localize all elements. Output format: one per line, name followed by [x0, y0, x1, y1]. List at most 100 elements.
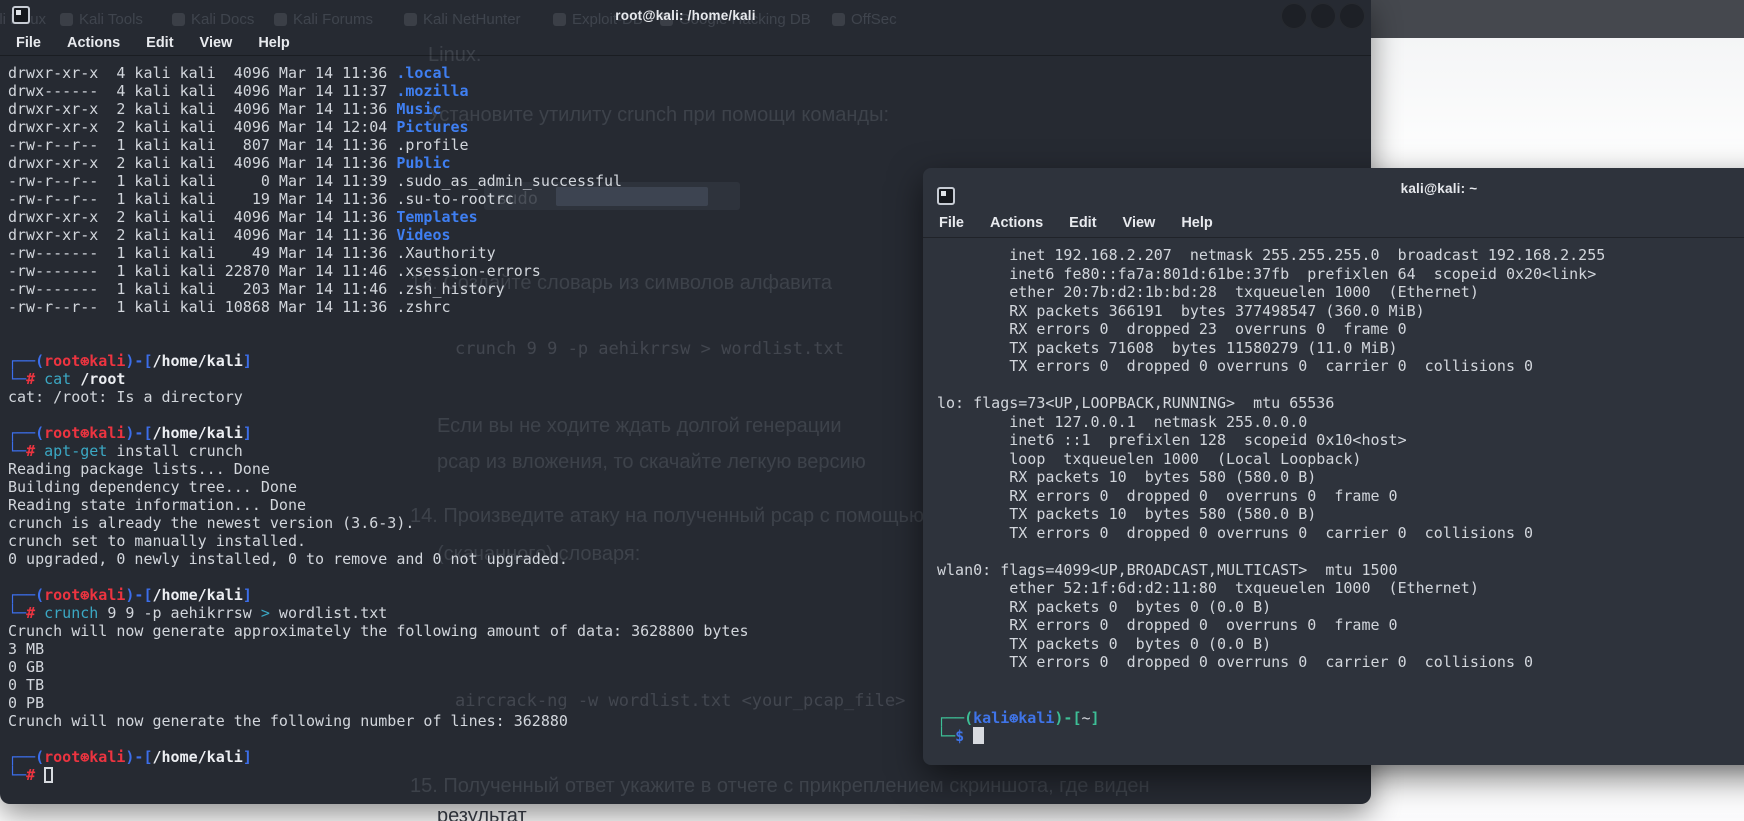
- terminal-text-segment: ┌──(: [8, 748, 44, 766]
- terminal-text-segment: apt-get: [44, 442, 107, 460]
- terminal-titlebar[interactable]: kali@kali: ~: [923, 168, 1744, 208]
- terminal-text-segment: Templates: [396, 208, 477, 226]
- terminal-text-segment: └─: [8, 370, 26, 388]
- terminal-text-segment: #: [26, 442, 35, 460]
- terminal-line: ┌──(kali⊛kali)-[~]: [937, 709, 1744, 728]
- terminal-text-segment: 0 PB: [8, 694, 44, 712]
- terminal-line: RX packets 10 bytes 580 (580.0 B): [937, 468, 1744, 487]
- terminal-line: -rw-r--r-- 1 kali kali 807 Mar 14 11:36 …: [8, 136, 1371, 154]
- terminal-line: wlan0: flags=4099<UP,BROADCAST,MULTICAST…: [937, 561, 1744, 580]
- menu-item-help[interactable]: Help: [1181, 215, 1212, 231]
- menu-item-file[interactable]: File: [16, 35, 41, 51]
- terminal-text-segment: /home/kali: [153, 352, 243, 370]
- terminal-text-segment: kali⊛kali: [973, 709, 1054, 727]
- cursor-block: [973, 727, 984, 744]
- terminal-text-segment: ether 52:1f:6d:d2:11:80 txqueuelen 1000 …: [937, 579, 1479, 597]
- terminal-line: lo: flags=73<UP,LOOPBACK,RUNNING> mtu 65…: [937, 394, 1744, 413]
- terminal-line: inet 192.168.2.207 netmask 255.255.255.0…: [937, 246, 1744, 265]
- terminal-menubar: File Actions Edit View Help: [923, 208, 1744, 238]
- terminal-titlebar[interactable]: root@kali: /home/kali: [0, 0, 1371, 30]
- terminal-text-segment: RX packets 366191 bytes 377498547 (360.0…: [937, 302, 1425, 320]
- terminal-text-segment: └─: [8, 766, 26, 784]
- terminal-line: TX packets 71608 bytes 11580279 (11.0 Mi…: [937, 339, 1744, 358]
- terminal-text-segment: Music: [396, 100, 441, 118]
- menu-item-edit[interactable]: Edit: [146, 35, 173, 51]
- terminal-line: TX errors 0 dropped 0 overruns 0 carrier…: [937, 357, 1744, 376]
- terminal-text-segment: Pictures: [396, 118, 468, 136]
- terminal-text-segment: /home/kali: [153, 586, 243, 604]
- terminal-text-segment: TX errors 0 dropped 0 overruns 0 carrier…: [937, 653, 1533, 671]
- terminal-text-segment: [964, 727, 973, 745]
- terminal-text-segment: drwxr-xr-x 2 kali kali 4096 Mar 14 11:36: [8, 100, 396, 118]
- terminal-text-segment: ┌──(: [937, 709, 973, 727]
- terminal-text-segment: crunch: [44, 604, 98, 622]
- terminal-text-segment: TX packets 0 bytes 0 (0.0 B): [937, 635, 1271, 653]
- terminal-text-segment: .mozilla: [396, 82, 468, 100]
- menu-item-actions[interactable]: Actions: [67, 35, 120, 51]
- terminal-text-segment: drwx------ 4 kali kali 4096 Mar 14 11:37: [8, 82, 396, 100]
- terminal-text-segment: drwxr-xr-x 4 kali kali 4096 Mar 14 11:36: [8, 64, 396, 82]
- terminal-line: └─$: [937, 727, 1744, 746]
- terminal-text-segment: )-[: [1054, 709, 1081, 727]
- terminal-text-segment: wlan0: flags=4099<UP,BROADCAST,MULTICAST…: [937, 561, 1398, 579]
- terminal-text-segment: Videos: [396, 226, 450, 244]
- terminal-content-kali[interactable]: inet 192.168.2.207 netmask 255.255.255.0…: [923, 238, 1744, 746]
- terminal-line: [937, 690, 1744, 709]
- terminal-text-segment: -rw------- 1 kali kali 22870 Mar 14 11:4…: [8, 262, 541, 280]
- terminal-text-segment: drwxr-xr-x 2 kali kali 4096 Mar 14 12:04: [8, 118, 396, 136]
- terminal-text-segment: crunch is already the newest version (3.…: [8, 514, 414, 532]
- menu-item-view[interactable]: View: [200, 35, 233, 51]
- terminal-text-segment: TX packets 10 bytes 580 (580.0 B): [937, 505, 1316, 523]
- terminal-text-segment: cat: /root: Is a directory: [8, 388, 243, 406]
- terminal-text-segment: Reading package lists... Done: [8, 460, 270, 478]
- desktop: { "colors": { "terminal_bg": "#262a32", …: [0, 0, 1744, 821]
- terminal-text-segment: └─: [8, 604, 26, 622]
- menu-item-edit[interactable]: Edit: [1069, 215, 1096, 231]
- terminal-line: TX errors 0 dropped 0 overruns 0 carrier…: [937, 653, 1744, 672]
- terminal-text-segment: [71, 370, 80, 388]
- terminal-text-segment: ┌──(: [8, 352, 44, 370]
- terminal-text-segment: TX packets 71608 bytes 11580279 (11.0 Mi…: [937, 339, 1398, 357]
- terminal-text-segment: [35, 442, 44, 460]
- terminal-text-segment: Crunch will now generate approximately t…: [8, 622, 749, 640]
- terminal-text-segment: RX errors 0 dropped 23 overruns 0 frame …: [937, 320, 1407, 338]
- terminal-line: TX packets 10 bytes 580 (580.0 B): [937, 505, 1744, 524]
- menu-item-file[interactable]: File: [939, 215, 964, 231]
- menu-item-view[interactable]: View: [1123, 215, 1156, 231]
- cursor-hollow: [44, 767, 53, 783]
- terminal-text-segment: RX packets 10 bytes 580 (580.0 B): [937, 468, 1316, 486]
- terminal-text-segment: ]: [243, 352, 252, 370]
- terminal-line: drwxr-xr-x 4 kali kali 4096 Mar 14 11:36…: [8, 64, 1371, 82]
- terminal-text-segment: /home/kali: [153, 424, 243, 442]
- terminal-text-segment: ether 20:7b:d2:1b:bd:28 txqueuelen 1000 …: [937, 283, 1479, 301]
- terminal-text-segment: drwxr-xr-x 2 kali kali 4096 Mar 14 11:36: [8, 208, 396, 226]
- terminal-text-segment: root⊛kali: [44, 748, 125, 766]
- minimize-button[interactable]: [1281, 3, 1307, 29]
- terminal-text-segment: [35, 766, 44, 784]
- terminal-text-segment: ]: [243, 424, 252, 442]
- terminal-line: loop txqueuelen 1000 (Local Loopback): [937, 450, 1744, 469]
- terminal-text-segment: -rw-r--r-- 1 kali kali 10868 Mar 14 11:3…: [8, 298, 451, 316]
- terminal-line: [937, 672, 1744, 691]
- browser-titlebar-strip: [1371, 0, 1744, 38]
- terminal-text-segment: -rw-r--r-- 1 kali kali 807 Mar 14 11:36 …: [8, 136, 469, 154]
- terminal-text-segment: crunch set to manually installed.: [8, 532, 306, 550]
- terminal-line: RX packets 366191 bytes 377498547 (360.0…: [937, 302, 1744, 321]
- terminal-text-segment: wordlist.txt: [270, 604, 387, 622]
- close-button[interactable]: [1339, 3, 1365, 29]
- terminal-text-segment: ┌──(: [8, 586, 44, 604]
- window-controls: [1281, 3, 1365, 29]
- menu-item-help[interactable]: Help: [258, 35, 289, 51]
- terminal-text-segment: inet 192.168.2.207 netmask 255.255.255.0…: [937, 246, 1605, 264]
- terminal-text-segment: └─: [937, 727, 955, 745]
- terminal-text-segment: -rw------- 1 kali kali 203 Mar 14 11:46 …: [8, 280, 505, 298]
- maximize-button[interactable]: [1310, 3, 1336, 29]
- terminal-text-segment: -rw-r--r-- 1 kali kali 0 Mar 14 11:39 .s…: [8, 172, 622, 190]
- terminal-text-segment: loop txqueuelen 1000 (Local Loopback): [937, 450, 1361, 468]
- terminal-text-segment: #: [26, 766, 35, 784]
- menu-item-actions[interactable]: Actions: [990, 215, 1043, 231]
- terminal-text-segment: >: [261, 604, 270, 622]
- terminal-text-segment: 0 TB: [8, 676, 44, 694]
- terminal-line: ether 20:7b:d2:1b:bd:28 txqueuelen 1000 …: [937, 283, 1744, 302]
- terminal-line: ether 52:1f:6d:d2:11:80 txqueuelen 1000 …: [937, 579, 1744, 598]
